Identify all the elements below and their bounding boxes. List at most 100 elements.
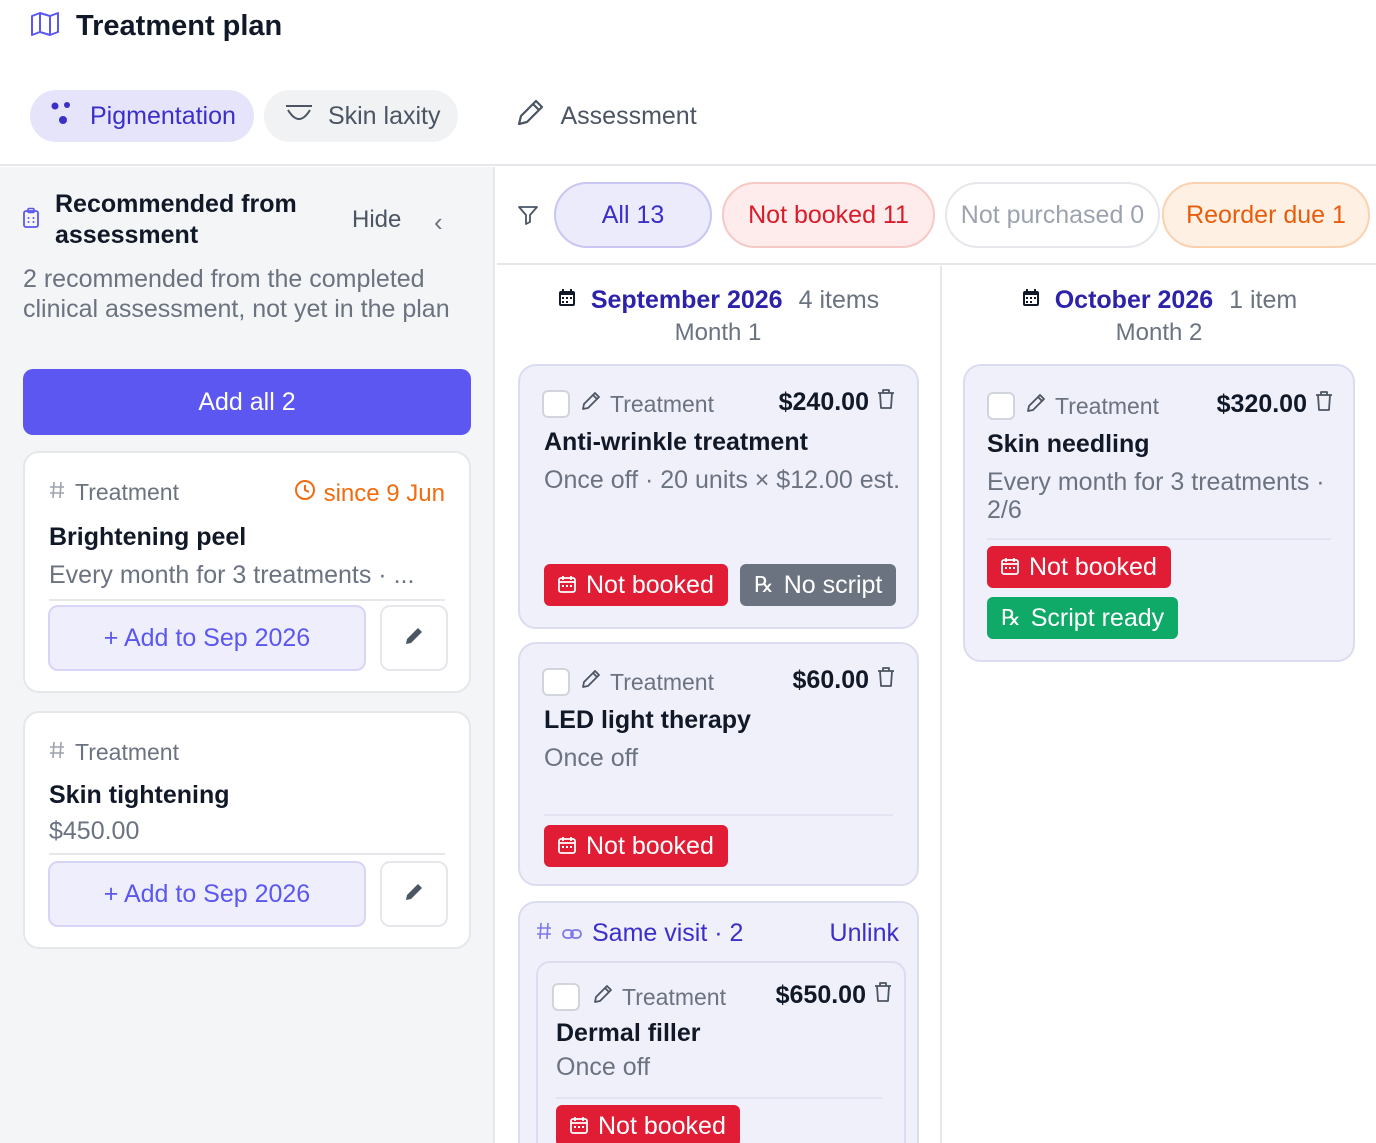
- filter-icon[interactable]: [517, 205, 539, 230]
- tab-label: Skin laxity: [327, 101, 441, 130]
- pencil-icon: [514, 97, 546, 136]
- pencil-icon: [403, 625, 425, 652]
- trash-icon[interactable]: [1315, 390, 1333, 419]
- page-title: Treatment plan: [76, 10, 283, 42]
- month-count: 4 items: [798, 286, 880, 314]
- hash-icon: [536, 919, 552, 948]
- card-type: Treatment: [1025, 392, 1159, 420]
- trash-icon[interactable]: [877, 666, 895, 695]
- calendar-icon: [1001, 553, 1019, 582]
- filter-not-booked[interactable]: Not booked 11: [722, 182, 935, 248]
- card-type: Treatment: [580, 390, 714, 418]
- edit-button[interactable]: [380, 605, 448, 671]
- filter-all[interactable]: All 13: [554, 182, 712, 248]
- card-name: Skin tightening: [49, 781, 230, 809]
- link-icon: [562, 919, 582, 948]
- recommended-panel: Recommended from assessment Hide ‹ 2 rec…: [0, 167, 495, 1143]
- select-checkbox[interactable]: [987, 392, 1015, 420]
- card-name: Skin needling: [987, 430, 1150, 458]
- no-script-badge: ℞ No script: [740, 564, 897, 606]
- calendar-icon: [570, 1112, 588, 1141]
- card-type: Treatment: [49, 739, 179, 766]
- curve-icon: [284, 102, 314, 131]
- recommended-description: 2 recommended from the completed clinica…: [23, 265, 450, 323]
- calendar-icon: [558, 571, 576, 600]
- map-icon: [30, 11, 60, 42]
- month-name: September 2026: [590, 286, 783, 314]
- divider: [544, 814, 893, 816]
- divider: [556, 1097, 882, 1099]
- plan-item-card[interactable]: Treatment $320.00 Skin needling Every mo…: [963, 364, 1355, 662]
- card-detail-progress: 2/6: [987, 496, 1022, 524]
- plan-item-card[interactable]: Treatment $650.00 Dermal filler Once off…: [536, 961, 906, 1143]
- tab-bar: Pigmentation Skin laxity Assessment: [30, 90, 725, 142]
- month-name: October 2026: [1054, 286, 1214, 314]
- unlink-button[interactable]: Unlink: [830, 919, 899, 948]
- card-detail: Every month for 3 treatments ·: [987, 468, 1325, 496]
- hash-icon: [49, 739, 65, 766]
- card-price: $320.00: [1217, 390, 1333, 419]
- card-name: LED light therapy: [544, 706, 751, 734]
- pencil-icon: [580, 668, 602, 696]
- card-detail: Once off: [556, 1053, 651, 1081]
- add-to-month-button[interactable]: + Add to Sep 2026: [48, 861, 366, 927]
- select-checkbox[interactable]: [542, 668, 570, 696]
- select-checkbox[interactable]: [542, 390, 570, 418]
- card-detail: Every month for 3 treatments · ...: [49, 561, 415, 589]
- trash-icon[interactable]: [874, 981, 892, 1010]
- tab-label: Pigmentation: [90, 101, 236, 130]
- not-booked-badge: Not booked: [987, 546, 1171, 588]
- filter-reorder-due[interactable]: Reorder due 1: [1162, 182, 1370, 248]
- trash-icon[interactable]: [877, 388, 895, 417]
- divider: [49, 599, 445, 601]
- month-count: 1 item: [1229, 286, 1298, 314]
- edit-button[interactable]: [380, 861, 448, 927]
- recommended-card: Treatment since 9 Jun Brightening peel E…: [23, 451, 471, 693]
- add-to-month-button[interactable]: + Add to Sep 2026: [48, 605, 366, 671]
- add-all-button[interactable]: Add all 2: [23, 369, 471, 435]
- plan-item-card[interactable]: Treatment $240.00 Anti-wrinkle treatment…: [518, 364, 919, 629]
- page-header: Treatment plan Pigmentation Skin laxity …: [0, 0, 1376, 166]
- card-detail: Once off: [544, 744, 639, 772]
- calendar-icon: [557, 286, 577, 315]
- recommended-card: Treatment Skin tightening $450.00 + Add …: [23, 711, 471, 949]
- tab-label: Assessment: [560, 101, 697, 130]
- divider: [49, 853, 445, 855]
- rx-icon: ℞: [1001, 605, 1021, 630]
- plan-item-card[interactable]: Treatment $60.00 LED light therapy Once …: [518, 642, 919, 886]
- not-booked-badge: Not booked: [544, 564, 728, 606]
- month-header-october: October 2026 1 item Month 2: [963, 286, 1355, 347]
- card-detail: Once off · 20 units × $12.00 est.: [544, 466, 901, 494]
- recommended-title: Recommended from assessment: [55, 190, 297, 249]
- card-name: Brightening peel: [49, 523, 247, 551]
- pencil-icon: [592, 983, 614, 1011]
- divider: [987, 538, 1331, 540]
- dots-icon: [50, 100, 76, 133]
- pencil-icon: [403, 881, 425, 908]
- hide-button[interactable]: Hide: [352, 206, 401, 234]
- not-booked-badge: Not booked: [556, 1105, 740, 1143]
- tab-skin-laxity[interactable]: Skin laxity: [263, 90, 459, 142]
- select-checkbox[interactable]: [552, 983, 580, 1011]
- card-type: Treatment: [49, 479, 179, 506]
- hash-icon: [49, 479, 65, 506]
- month-header-september: September 2026 4 items Month 1: [518, 286, 918, 347]
- card-type: Treatment: [580, 668, 714, 696]
- month-sub: Month 1: [674, 319, 762, 346]
- card-price: $240.00: [779, 388, 895, 417]
- tab-assessment[interactable]: Assessment: [498, 90, 714, 142]
- tab-pigmentation[interactable]: Pigmentation: [30, 90, 254, 142]
- recommended-header: Recommended from assessment Hide ‹: [22, 189, 472, 253]
- clipboard-icon: [22, 207, 40, 234]
- rx-icon: ℞: [754, 572, 774, 597]
- script-ready-badge: ℞ Script ready: [987, 597, 1179, 639]
- card-name: Dermal filler: [556, 1019, 701, 1047]
- calendar-icon: [558, 832, 576, 861]
- month-sub: Month 2: [1115, 319, 1203, 346]
- filter-bar: All 13 Not booked 11 Not purchased 0 Reo…: [497, 167, 1376, 265]
- card-name: Anti-wrinkle treatment: [544, 428, 808, 456]
- filter-not-purchased[interactable]: Not purchased 0: [945, 182, 1160, 248]
- pencil-icon: [1025, 392, 1047, 420]
- card-price: $60.00: [793, 666, 895, 695]
- chevron-left-icon[interactable]: ‹: [434, 207, 443, 238]
